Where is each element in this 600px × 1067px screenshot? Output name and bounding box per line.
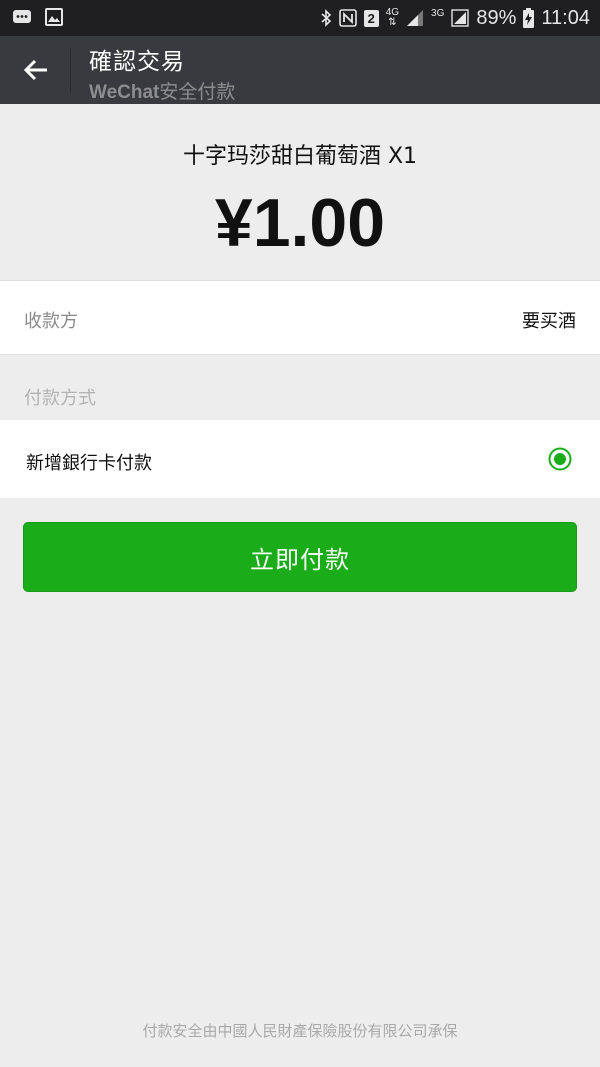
product-name: 十字玛莎甜白葡萄酒 X1 — [182, 144, 418, 169]
payee-value: 要买酒 — [522, 311, 576, 332]
price-amount: ¥1.00 — [214, 185, 386, 261]
network-3g-label: 3G — [431, 8, 445, 19]
insurance-note: 付款安全由中國人民財產保險股份有限公司承保 — [142, 1022, 458, 1040]
data-arrows-icon: ⇅ — [388, 17, 397, 28]
payee-row: 收款方 要买酒 — [0, 280, 600, 355]
sim-slot-icon: 2 — [363, 9, 379, 27]
pay-now-button[interactable]: 立即付款 — [23, 522, 577, 592]
payment-method-option[interactable]: 新增銀行卡付款 — [0, 420, 600, 498]
network-4g: 4G ⇅ — [386, 8, 399, 28]
subtitle-rest: 安全付款 — [159, 81, 236, 103]
subtitle-brand: WeChat — [89, 82, 160, 103]
title-bar: 確認交易 WeChat安全付款 — [0, 36, 600, 104]
payee-label: 收款方 — [24, 311, 78, 332]
signal-icon — [407, 10, 424, 26]
product-summary: 十字玛莎甜白葡萄酒 X1 ¥1.00 — [0, 104, 600, 280]
page-subtitle: WeChat安全付款 — [89, 77, 235, 104]
status-right: 2 4G ⇅ 3G 89% 11:04 — [320, 0, 590, 36]
payment-method-label: 新增銀行卡付款 — [26, 453, 152, 474]
signal-icon-2 — [451, 9, 470, 27]
nfc-icon — [338, 9, 357, 27]
status-bar: 2 4G ⇅ 3G 89% 11:04 — [0, 0, 600, 36]
message-notification-icon — [13, 10, 31, 23]
back-button[interactable] — [12, 46, 60, 94]
title-divider — [70, 48, 71, 92]
payment-method-section-label: 付款方式 — [24, 388, 96, 409]
status-left — [12, 8, 64, 26]
radio-selected-icon[interactable] — [548, 447, 572, 471]
battery-charging-icon — [523, 8, 535, 28]
bluetooth-icon — [321, 9, 331, 27]
page-title: 確認交易 — [89, 49, 185, 75]
battery-percent: 89% — [476, 6, 517, 29]
arrow-left-icon — [23, 59, 47, 81]
clock: 11:04 — [541, 6, 590, 29]
image-notification-icon — [45, 8, 63, 26]
